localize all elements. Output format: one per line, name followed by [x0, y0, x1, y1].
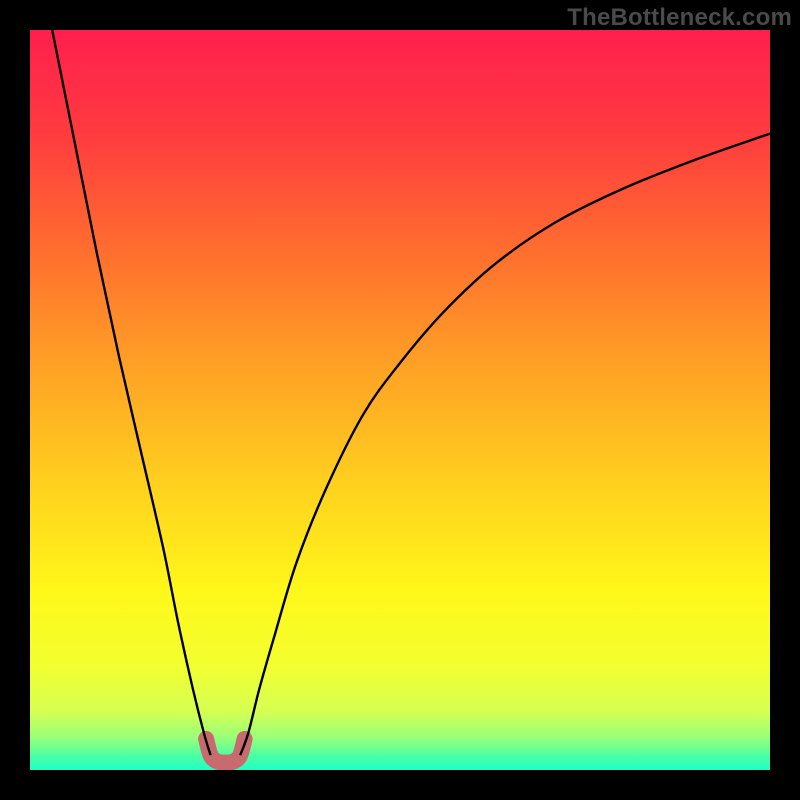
chart-stage: TheBottleneck.com — [0, 0, 800, 800]
chart-plot-area — [30, 30, 770, 770]
chart-svg — [30, 30, 770, 770]
chart-background — [30, 30, 770, 770]
watermark-text: TheBottleneck.com — [567, 4, 792, 32]
